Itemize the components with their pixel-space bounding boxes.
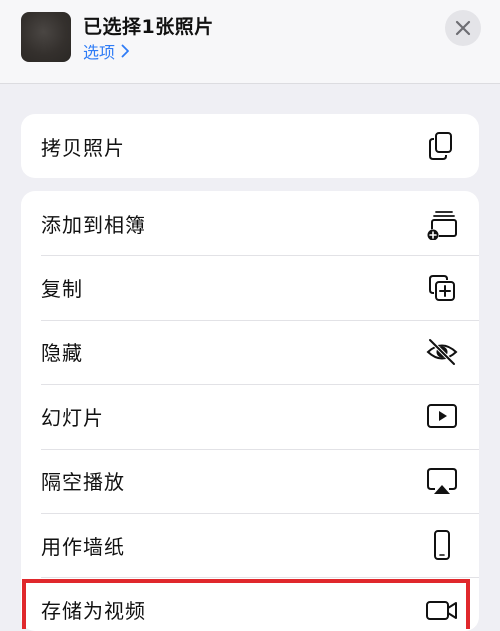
close-icon [455, 20, 471, 36]
play-icon [425, 399, 459, 433]
action-save-as-video[interactable]: 存储为视频 [21, 577, 479, 631]
action-use-as-wallpaper[interactable]: 用作墙纸 [21, 512, 479, 577]
photo-actions-card: 添加到相簿 复制 隐藏 幻灯片 隔空播放 用作墙纸 存储为视频 [21, 191, 479, 631]
photo-thumbnail [21, 12, 71, 62]
action-label: 幻灯片 [41, 405, 104, 430]
action-label: 复制 [41, 277, 83, 302]
phone-icon [425, 528, 459, 562]
sheet-title: 已选择1张照片 [83, 16, 214, 38]
action-hide[interactable]: 隐藏 [21, 319, 479, 384]
action-label: 添加到相簿 [41, 212, 146, 237]
options-link[interactable]: 选项 [83, 39, 130, 63]
action-copy-photo[interactable]: 拷贝照片 [21, 114, 479, 178]
copy-photo-icon [425, 129, 459, 163]
duplicate-icon [425, 271, 459, 305]
action-add-to-album[interactable]: 添加到相簿 [21, 191, 479, 255]
action-label: 用作墙纸 [41, 534, 125, 559]
chevron-right-icon [121, 44, 129, 58]
video-camera-icon [425, 593, 459, 627]
action-slideshow[interactable]: 幻灯片 [21, 384, 479, 448]
action-duplicate[interactable]: 复制 [21, 255, 479, 319]
copy-actions-card: 拷贝照片 [21, 114, 479, 178]
eye-slash-icon [425, 335, 459, 369]
close-button[interactable] [445, 10, 481, 46]
action-label: 隔空播放 [41, 470, 125, 495]
action-label: 拷贝照片 [41, 135, 125, 160]
add-to-album-icon [425, 206, 459, 241]
sheet-header: 已选择1张照片 选项 [0, 0, 500, 84]
action-airplay[interactable]: 隔空播放 [21, 448, 479, 513]
options-label: 选项 [83, 43, 116, 62]
airplay-icon [425, 464, 459, 498]
action-label: 隐藏 [41, 341, 83, 366]
